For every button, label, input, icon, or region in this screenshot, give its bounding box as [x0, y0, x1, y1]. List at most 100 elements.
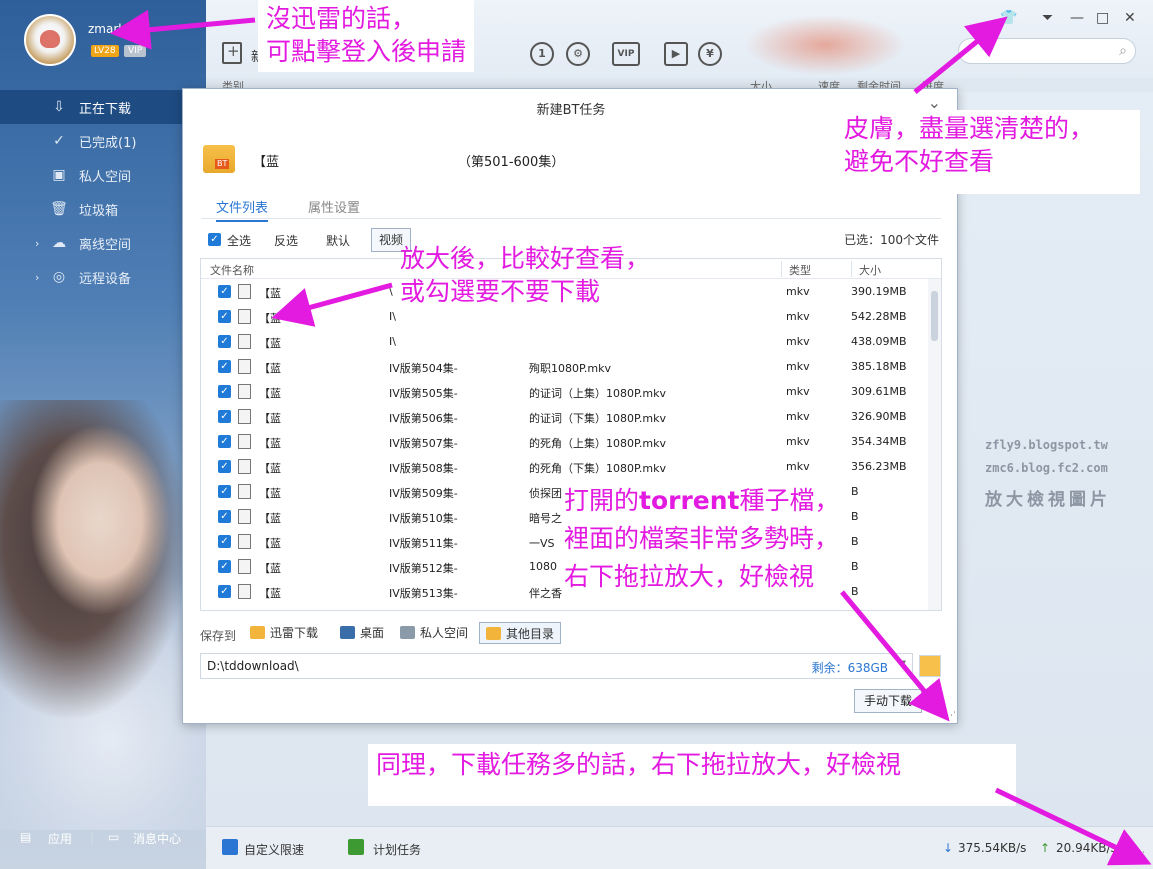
file-checkbox[interactable]: ✓ — [218, 335, 231, 348]
sidebar-item-offline-space[interactable]: › ☁ 离线空间 — [0, 226, 206, 260]
invert-selection-button[interactable]: 反选 — [274, 232, 298, 249]
settings-gear-icon[interactable]: ⚙ — [566, 42, 590, 66]
file-row[interactable]: ✓ 【蓝 IV版第507集- 的死角（上集）1080P.mkv mkv 354.34MB — [201, 429, 926, 454]
file-size: 542.28MB — [851, 310, 907, 323]
select-all-checkbox[interactable]: ✓ — [208, 233, 221, 246]
save-option-desktop[interactable]: 桌面 — [334, 622, 390, 644]
cloud-icon: ☁ — [52, 235, 66, 251]
folder-icon — [250, 626, 265, 639]
file-row[interactable]: ✓ 【蓝 IV版第508集- 的死角（下集）1080P.mkv mkv 356.23MB — [201, 454, 926, 479]
sidebar-item-remote-device[interactable]: › ◎ 远程设备 — [0, 260, 206, 294]
file-checkbox[interactable]: ✓ — [218, 310, 231, 323]
browse-folder-icon[interactable] — [919, 655, 941, 677]
header-name[interactable]: 文件名称 — [210, 262, 254, 278]
wallet-icon[interactable]: ¥ — [698, 42, 722, 66]
media-icon[interactable]: ▶ — [664, 42, 688, 66]
header-separator — [851, 261, 852, 277]
annotation-text-bold: torrent — [639, 486, 740, 515]
file-name-part: IV版第507集- — [389, 437, 458, 450]
file-checkbox[interactable]: ✓ — [218, 560, 231, 573]
avatar[interactable] — [24, 14, 76, 66]
tab-file-list[interactable]: 文件列表 — [216, 197, 269, 222]
file-checkbox[interactable]: ✓ — [218, 485, 231, 498]
file-size: B — [851, 585, 859, 598]
video-file-icon — [238, 434, 251, 449]
save-option-other[interactable]: 其他目录 — [479, 622, 562, 644]
file-type: mkv — [786, 360, 810, 373]
video-file-icon — [238, 584, 251, 599]
annotation-login: 沒迅雷的話， 可點擊登入後申請 — [258, 0, 475, 72]
dialog-resize-grip-icon[interactable]: ⋰ — [947, 711, 956, 721]
file-checkbox[interactable]: ✓ — [218, 510, 231, 523]
sidebar-item-downloading[interactable]: ⇩ 正在下载 — [0, 90, 206, 124]
new-task-icon[interactable] — [222, 42, 242, 64]
save-location-row: 保存到 迅雷下载 桌面 私人空间 其他目录 — [200, 621, 942, 645]
save-path-value: D:\tddownload\ — [207, 659, 299, 673]
save-option-label: 迅雷下载 — [270, 626, 319, 640]
file-name-part: 【蓝 — [259, 337, 281, 350]
annotation-tasks-line: 同理，下載任務多的話，右下拖拉放大，好檢視 — [376, 750, 902, 779]
file-row[interactable]: ✓ 【蓝 IV版第506集- 的证词（下集）1080P.mkv mkv 326.90MB — [201, 404, 926, 429]
manual-download-button[interactable]: 手动下载 — [854, 689, 922, 713]
speed-limit-button[interactable]: 自定义限速 — [244, 841, 304, 858]
priority-icon[interactable]: 1 — [530, 42, 554, 66]
file-row[interactable]: ✓ 【蓝 IV版第504集- 殉职1080P.mkv mkv 385.18MB — [201, 354, 926, 379]
sidebar-item-private-space[interactable]: ▣ 私人空间 — [0, 158, 206, 192]
selected-count: 已选：100个文件 — [844, 233, 939, 247]
file-name-part: 【蓝 — [259, 587, 281, 600]
message-center-button[interactable]: 消息中心 — [133, 830, 181, 847]
vip-icon[interactable]: VIP — [612, 42, 640, 66]
file-size: 385.18MB — [851, 360, 907, 373]
brand-logo-art — [745, 10, 905, 80]
file-list-scrollbar[interactable] — [928, 279, 941, 610]
file-checkbox[interactable]: ✓ — [218, 360, 231, 373]
file-checkbox[interactable]: ✓ — [218, 460, 231, 473]
sidebar-item-completed[interactable]: ✓ 已完成(1) — [0, 124, 206, 158]
menu-dropdown-icon[interactable]: ⏷ — [1042, 10, 1053, 26]
sidebar-item-trash[interactable]: 🗑 垃圾箱 — [0, 192, 206, 226]
chevron-down-icon[interactable]: ▼ — [898, 659, 906, 670]
close-icon[interactable]: ✕ — [1124, 10, 1136, 26]
annotation-login-line-1: 沒迅雷的話， — [266, 4, 417, 33]
download-icon: ⇩ — [53, 99, 65, 115]
chevron-right-icon: › — [35, 236, 40, 250]
save-option-label: 桌面 — [360, 626, 385, 640]
minimize-icon[interactable]: — — [1070, 10, 1084, 26]
window-resize-grip-icon[interactable]: ⋰ — [1136, 851, 1145, 861]
schedule-button[interactable]: 计划任务 — [373, 841, 421, 858]
save-path-input[interactable]: D:\tddownload\ 剩余：638GB ▼ — [200, 653, 913, 679]
file-size: B — [851, 485, 859, 498]
apps-icon: ▤ — [20, 830, 32, 844]
file-name-part: 的证词（上集）1080P.mkv — [529, 387, 667, 400]
file-name-part: 【蓝 — [259, 362, 281, 375]
tab-properties[interactable]: 属性设置 — [308, 197, 360, 216]
save-option-private[interactable]: 私人空间 — [394, 622, 474, 644]
save-option-xunlei[interactable]: 迅雷下载 — [244, 622, 324, 644]
file-checkbox[interactable]: ✓ — [218, 385, 231, 398]
file-size: 354.34MB — [851, 435, 907, 448]
default-filter-button[interactable]: 默认 — [326, 232, 350, 249]
annotation-text: 種子檔， — [739, 486, 840, 515]
header-size[interactable]: 大小 — [859, 262, 881, 278]
vip-badge[interactable]: VIP — [124, 45, 147, 57]
username[interactable]: zmark — [88, 22, 125, 36]
file-type: mkv — [786, 285, 810, 298]
file-checkbox[interactable]: ✓ — [218, 410, 231, 423]
select-all-label[interactable]: 全选 — [227, 232, 251, 249]
file-row[interactable]: ✓ 【蓝 I\ mkv 438.09MB — [201, 329, 926, 354]
file-name-part: 【蓝 — [259, 437, 281, 450]
scrollbar-thumb[interactable] — [931, 291, 938, 341]
search-input[interactable]: ⌕ — [958, 38, 1136, 64]
apps-button[interactable]: 应用 — [48, 830, 72, 847]
file-name-part: 的死角（下集）1080P.mkv — [529, 462, 667, 475]
file-row[interactable]: ✓ 【蓝 IV版第505集- 的证词（上集）1080P.mkv mkv 309.61MB — [201, 379, 926, 404]
skin-icon[interactable]: 👕 — [1000, 10, 1017, 26]
header-type[interactable]: 类型 — [789, 262, 811, 278]
file-checkbox[interactable]: ✓ — [218, 535, 231, 548]
maximize-icon[interactable]: □ — [1096, 10, 1109, 26]
check-circle-icon: ✓ — [53, 133, 65, 149]
file-checkbox[interactable]: ✓ — [218, 285, 231, 298]
annotation-zoom-line-2: 或勾選要不要下載 — [400, 277, 601, 306]
file-checkbox[interactable]: ✓ — [218, 585, 231, 598]
file-checkbox[interactable]: ✓ — [218, 435, 231, 448]
